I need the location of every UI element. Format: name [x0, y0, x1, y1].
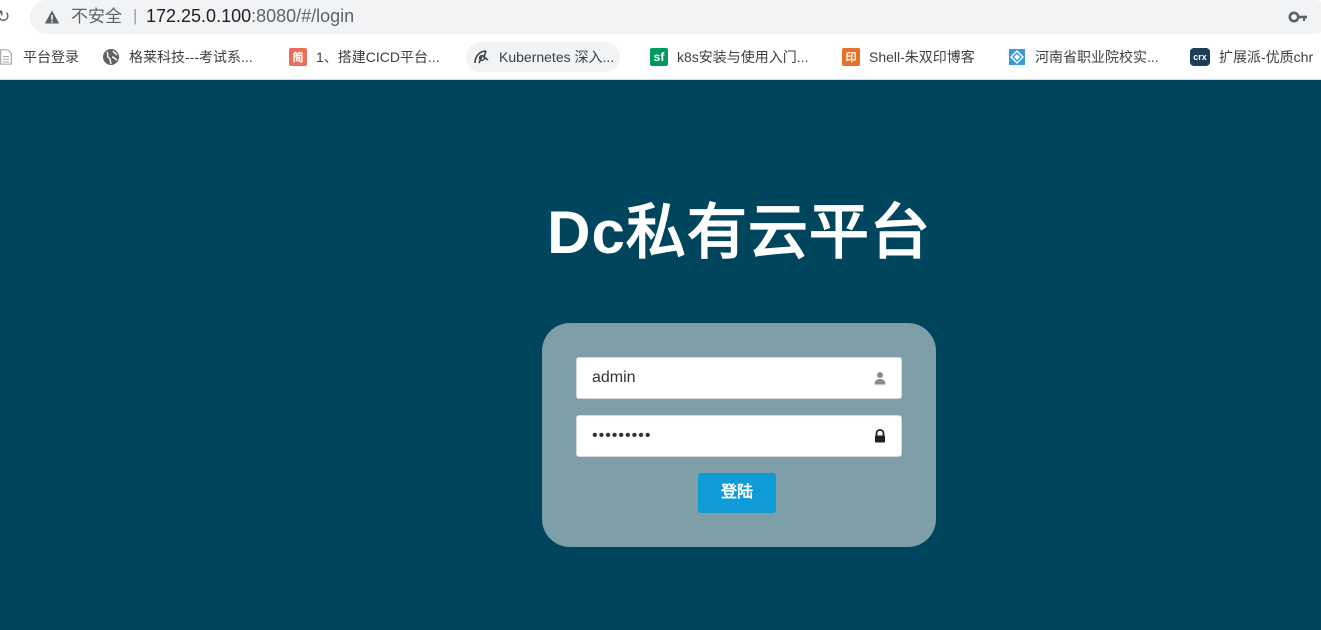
bookmark-label: 格莱科技---考试系...: [129, 49, 253, 65]
bookmark-gelai-exam[interactable]: 格莱科技---考试系...: [96, 42, 259, 72]
bookmark-label: 河南省职业院校实...: [1035, 49, 1159, 65]
jianshu-icon: 简: [289, 48, 307, 66]
bookmark-platform-login[interactable]: 平台登录: [0, 42, 85, 72]
login-page: Dc私有云平台 登陆: [0, 80, 1321, 630]
bookmark-crx-extensions[interactable]: crx 扩展派-优质chr: [1184, 42, 1319, 72]
bookmark-label: 扩展派-优质chr: [1219, 49, 1314, 65]
password-input[interactable]: [577, 416, 867, 456]
login-button[interactable]: 登陆: [698, 473, 776, 513]
browser-toolbar: ↻ 不安全 | 172.25.0.100:8080/#/login: [0, 0, 1321, 36]
zsythink-icon: 印: [842, 48, 860, 66]
bookmark-label: k8s安装与使用入门...: [677, 49, 809, 65]
document-icon: [0, 49, 12, 65]
bookmark-kubernetes[interactable]: Kubernetes 深入...: [466, 42, 621, 72]
username-field[interactable]: [576, 357, 902, 399]
kubernetes-icon: [474, 50, 489, 64]
lock-icon: [875, 429, 885, 443]
key-icon[interactable]: [1288, 9, 1308, 25]
bookmark-label: 平台登录: [23, 49, 79, 65]
bookmark-label: Kubernetes 深入...: [499, 49, 615, 65]
url-text[interactable]: 172.25.0.100:8080/#/login: [146, 6, 354, 27]
page-title: Dc私有云平台: [547, 199, 931, 266]
bookmark-cicd[interactable]: 简 1、搭建CICD平台...: [283, 42, 446, 72]
address-separator: |: [133, 6, 138, 25]
bookmark-henan-school[interactable]: 河南省职业院校实...: [1002, 42, 1165, 72]
password-field[interactable]: [576, 415, 902, 457]
segmentfault-icon: sf: [650, 48, 668, 66]
bookmark-shell-blog[interactable]: 印 Shell-朱双印博客: [836, 42, 981, 72]
user-icon: [874, 372, 886, 385]
security-status[interactable]: 不安全: [71, 7, 122, 27]
crx-icon: crx: [1190, 48, 1210, 66]
reload-icon[interactable]: ↻: [0, 7, 12, 27]
bookmark-label: Shell-朱双印博客: [869, 49, 975, 65]
bookmark-k8s-install[interactable]: sf k8s安装与使用入门...: [644, 42, 814, 72]
url-path: :8080/#/login: [251, 6, 355, 26]
url-host: 172.25.0.100: [146, 6, 252, 26]
username-input[interactable]: [577, 358, 867, 398]
bookmarks-bar: 平台登录 格莱科技---考试系... 简 1、搭建CICD平台... Kuber…: [0, 36, 1321, 80]
globe-icon: [103, 49, 119, 65]
address-bar[interactable]: 不安全 | 172.25.0.100:8080/#/login: [30, 0, 1321, 34]
school-icon: [1009, 49, 1025, 65]
bookmark-label: 1、搭建CICD平台...: [316, 49, 440, 65]
login-form: 登陆: [542, 323, 936, 547]
warning-icon[interactable]: [44, 9, 60, 25]
